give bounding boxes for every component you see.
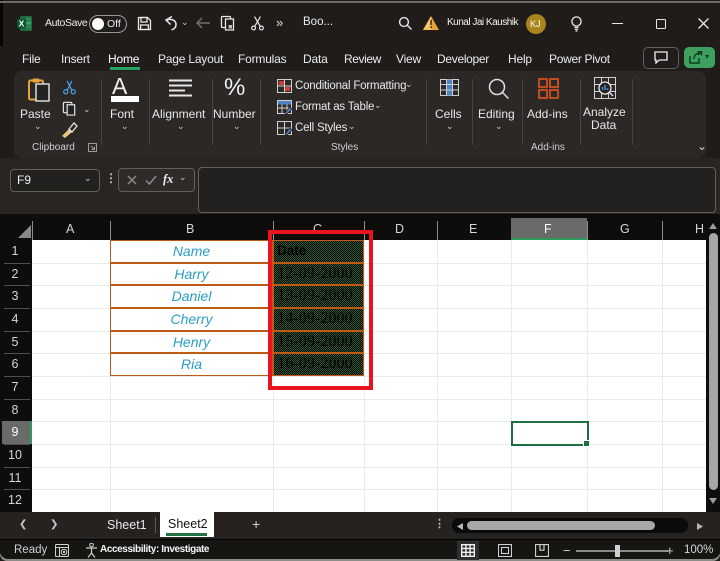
svg-text:X: X: [19, 19, 25, 29]
